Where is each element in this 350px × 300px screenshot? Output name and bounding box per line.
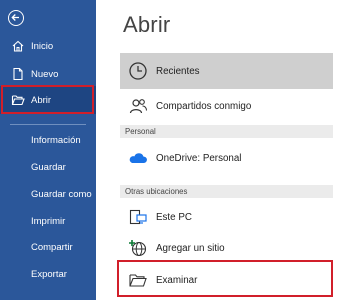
location-label: Compartidos conmigo (156, 100, 252, 112)
home-icon (11, 39, 25, 53)
section-header-otras: Otras ubicaciones (120, 185, 333, 198)
location-label: Agregar un sitio (156, 242, 225, 254)
highlight-box-examinar (117, 260, 333, 297)
sidebar-item-inicio[interactable]: Inicio (0, 32, 96, 60)
section-header-personal: Personal (120, 125, 333, 138)
location-onedrive[interactable]: OneDrive: Personal (120, 141, 333, 175)
people-icon (128, 96, 148, 116)
location-este-pc[interactable]: Este PC (120, 201, 333, 233)
location-label: OneDrive: Personal (156, 152, 242, 164)
globe-add-icon (128, 238, 148, 258)
sidebar-item-guardar-como[interactable]: Guardar como (31, 189, 92, 200)
sidebar-item-label: Inicio (31, 40, 54, 52)
location-label: Recientes (156, 65, 200, 77)
clock-icon (128, 61, 148, 81)
sidebar-item-imprimir[interactable]: Imprimir (31, 216, 65, 227)
new-document-icon (11, 67, 25, 81)
computer-icon (128, 207, 148, 227)
location-label: Este PC (156, 211, 192, 223)
cloud-icon (128, 148, 148, 168)
sidebar-item-nuevo[interactable]: Nuevo (0, 60, 96, 88)
sidebar-item-informacion[interactable]: Información (31, 135, 81, 146)
location-agregar-sitio[interactable]: Agregar un sitio (120, 233, 333, 263)
sidebar-item-label: Nuevo (31, 68, 59, 80)
page-title: Abrir (123, 12, 171, 37)
location-recientes[interactable]: Recientes (120, 53, 333, 89)
highlight-box-abrir (1, 85, 94, 114)
sidebar: Inicio Nuevo Abrir Información Guardar G… (0, 0, 96, 300)
sidebar-divider (10, 124, 86, 125)
location-compartidos[interactable]: Compartidos conmigo (120, 89, 333, 123)
sidebar-item-exportar[interactable]: Exportar (31, 269, 67, 280)
sidebar-item-guardar[interactable]: Guardar (31, 162, 66, 173)
back-arrow-icon[interactable] (8, 10, 24, 26)
sidebar-item-compartir[interactable]: Compartir (31, 242, 73, 253)
